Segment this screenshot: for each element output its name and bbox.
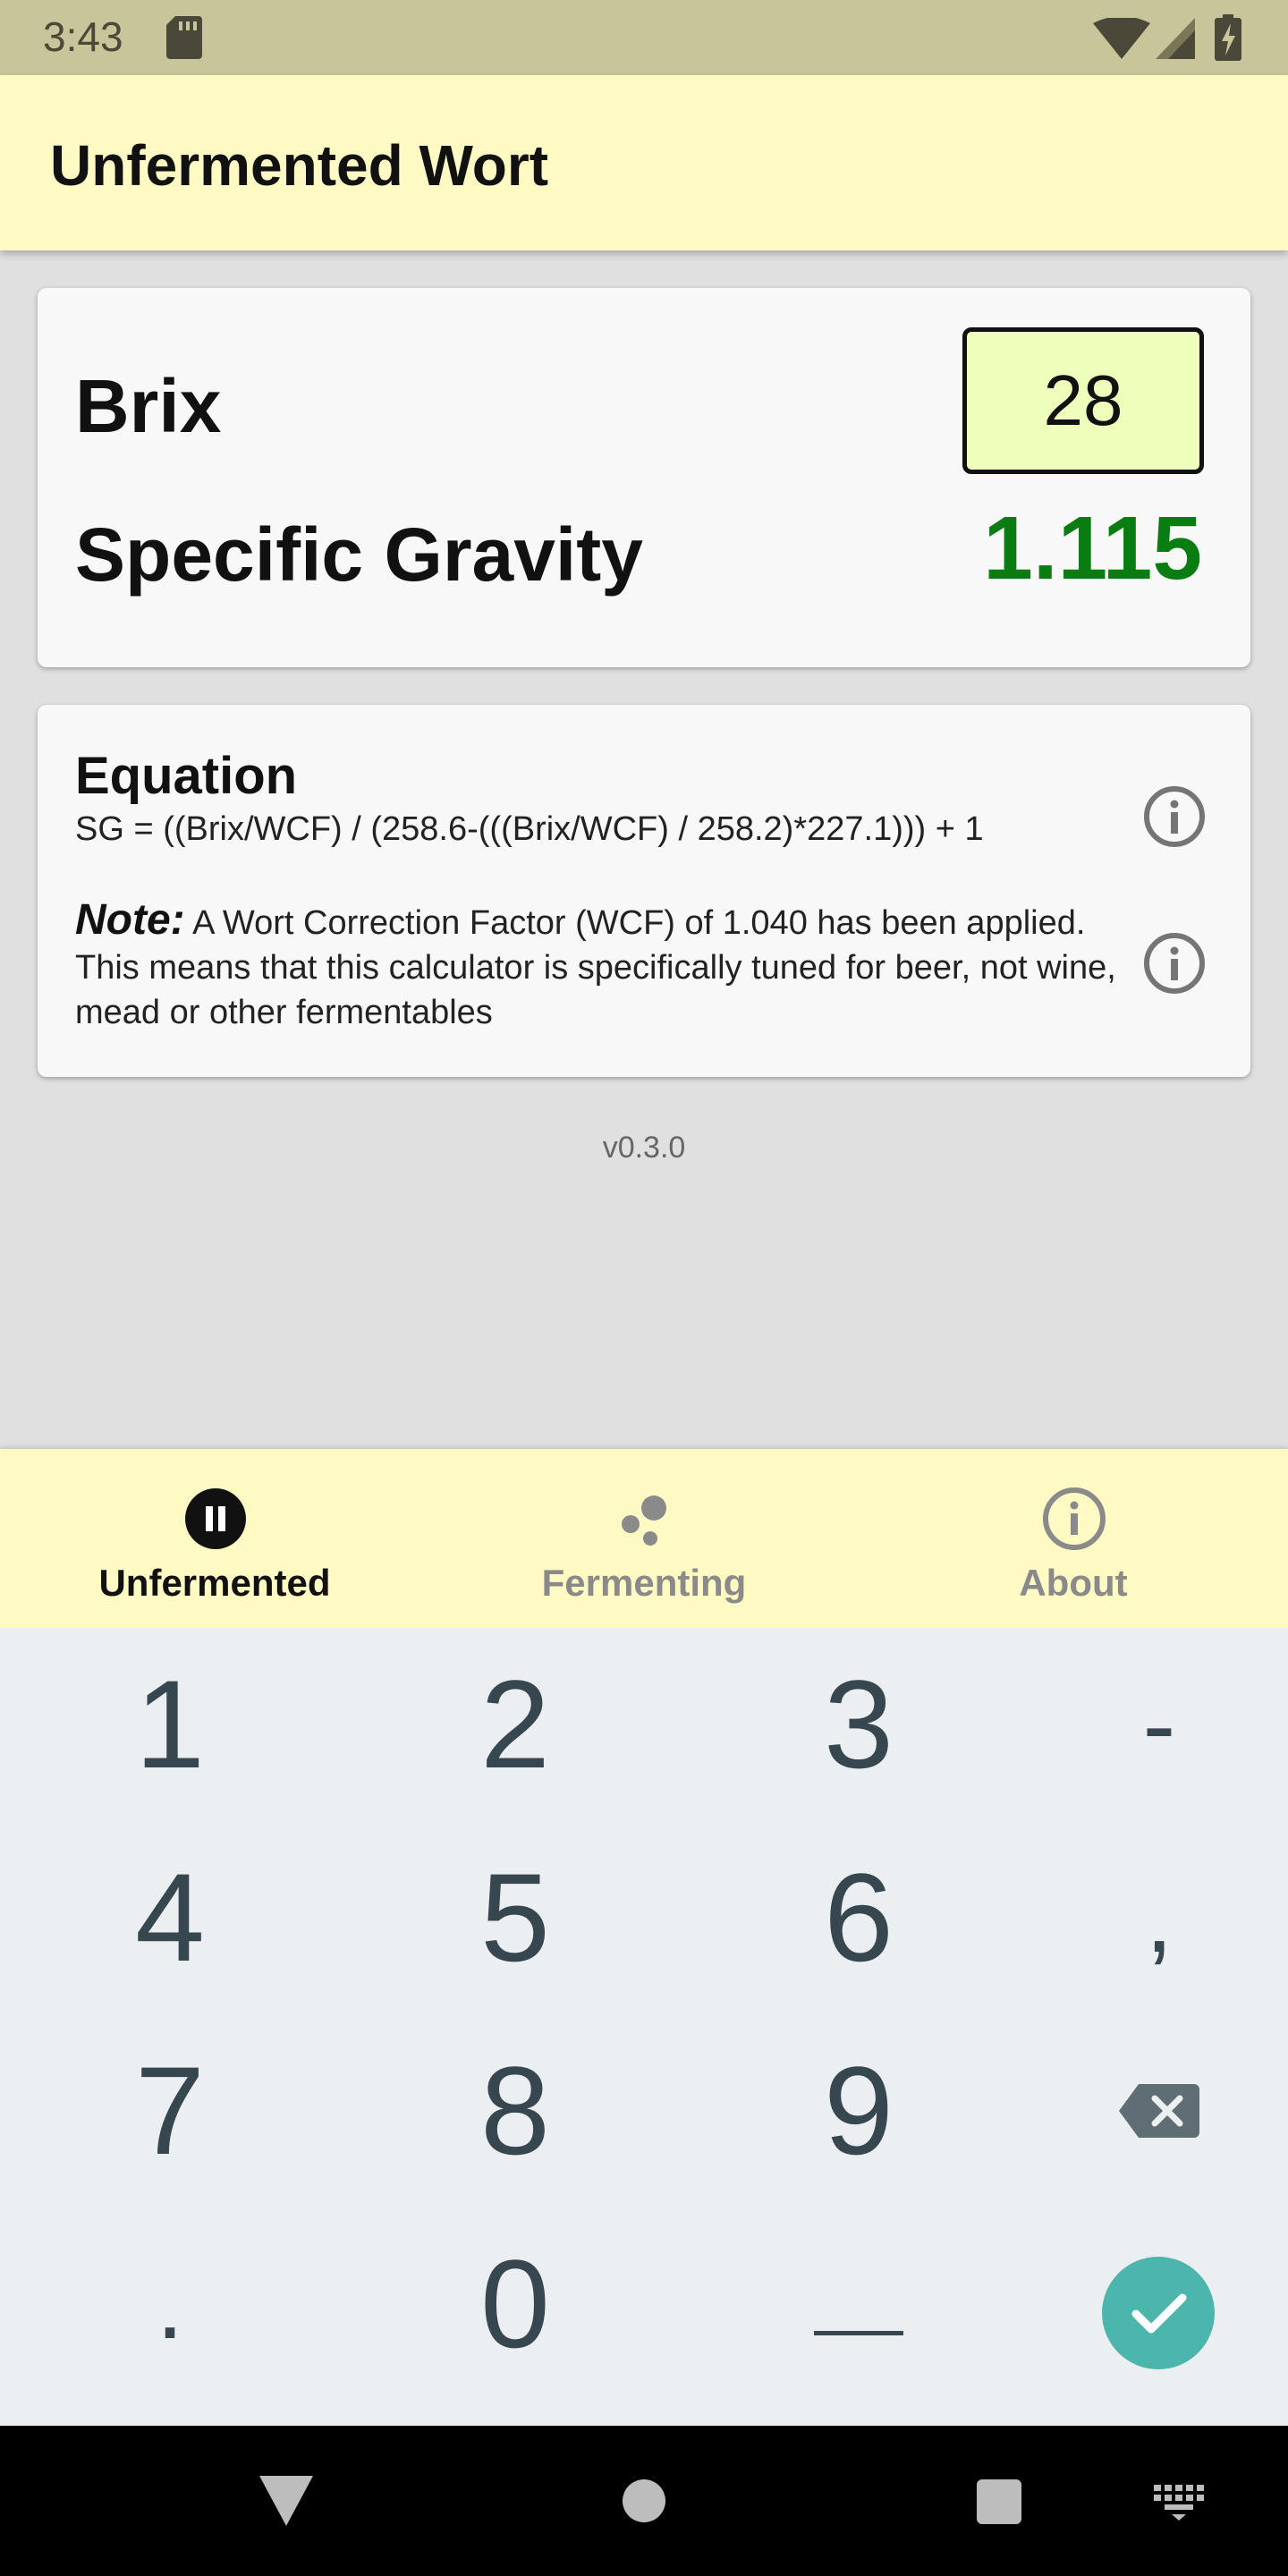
key-9[interactable]: 9	[698, 2014, 1020, 2207]
bubbles-icon	[622, 1496, 666, 1546]
status-time: 3:43	[43, 13, 123, 60]
app-bar: Unfermented Wort	[0, 75, 1288, 250]
key-7[interactable]: 7	[9, 2014, 331, 2207]
signal-icon	[1156, 18, 1195, 59]
key-backspace[interactable]	[998, 2014, 1288, 2207]
version-label: v0.3.0	[602, 1131, 686, 1165]
page-title: Unfermented Wort	[50, 133, 549, 198]
equation-info-icon[interactable]	[1143, 785, 1206, 848]
tab-unfermented-label: Unfermented	[98, 1562, 331, 1604]
system-navigation-bar	[0, 2426, 1288, 2576]
key-6[interactable]: 6	[698, 1821, 1020, 2014]
key-3[interactable]: 3	[698, 1628, 1020, 1821]
key-period[interactable]: .	[9, 2207, 331, 2401]
key-2[interactable]: 2	[354, 1628, 676, 1821]
key-4[interactable]: 4	[9, 1821, 331, 2014]
space-icon	[814, 2331, 903, 2335]
key-space[interactable]	[698, 2207, 1020, 2401]
bottom-navigation: Unfermented Fermenting About	[0, 1449, 1288, 1628]
tab-unfermented[interactable]: Unfermented	[0, 1449, 429, 1628]
battery-charging-icon	[1215, 14, 1241, 61]
equation-formula: SG = ((Brix/WCF) / (258.6-(((Brix/WCF) /…	[75, 810, 984, 848]
tab-about-label: About	[1019, 1562, 1128, 1604]
back-icon[interactable]	[259, 2476, 313, 2526]
status-bar: 3:43	[0, 0, 1288, 75]
tab-fermenting-label: Fermenting	[541, 1562, 747, 1604]
wifi-icon	[1093, 18, 1150, 59]
key-minus[interactable]: -	[998, 1628, 1288, 1821]
equation-card: Equation SG = ((Brix/WCF) / (258.6-(((Br…	[38, 705, 1250, 1077]
note-info-icon[interactable]	[1143, 932, 1206, 995]
tab-about[interactable]: About	[859, 1449, 1288, 1628]
specific-gravity-label: Specific Gravity	[75, 513, 643, 597]
equation-title: Equation	[75, 747, 298, 805]
recents-icon[interactable]	[977, 2479, 1021, 2524]
key-comma[interactable]: ,	[998, 1821, 1288, 2014]
key-8[interactable]: 8	[354, 2014, 676, 2207]
note-text-block: Note: A Wort Correction Factor (WCF) of …	[75, 898, 1157, 1035]
tab-fermenting[interactable]: Fermenting	[429, 1449, 859, 1628]
brix-input[interactable]	[962, 327, 1204, 474]
brix-label: Brix	[75, 364, 222, 448]
backspace-icon	[1119, 2084, 1199, 2138]
key-done[interactable]	[1102, 2257, 1215, 2369]
key-5[interactable]: 5	[354, 1821, 676, 2014]
info-icon	[1043, 1487, 1106, 1550]
checkmark-icon	[1131, 2293, 1187, 2334]
keyboard-icon[interactable]	[1154, 2485, 1204, 2521]
note-body: A Wort Correction Factor (WCF) of 1.040 …	[75, 904, 1116, 1031]
home-icon[interactable]	[623, 2479, 665, 2522]
note-label: Note:	[75, 896, 185, 944]
conversion-card: Brix Specific Gravity 1.115	[38, 288, 1250, 667]
pause-circle-icon	[185, 1488, 246, 1549]
key-1[interactable]: 1	[9, 1628, 331, 1821]
specific-gravity-value: 1.115	[983, 498, 1202, 598]
sd-card-icon	[166, 16, 202, 59]
key-0[interactable]: 0	[354, 2207, 676, 2401]
numeric-keyboard: 1 2 3 - 4 5 6 , 7 8 9 . 0	[0, 1628, 1288, 2426]
